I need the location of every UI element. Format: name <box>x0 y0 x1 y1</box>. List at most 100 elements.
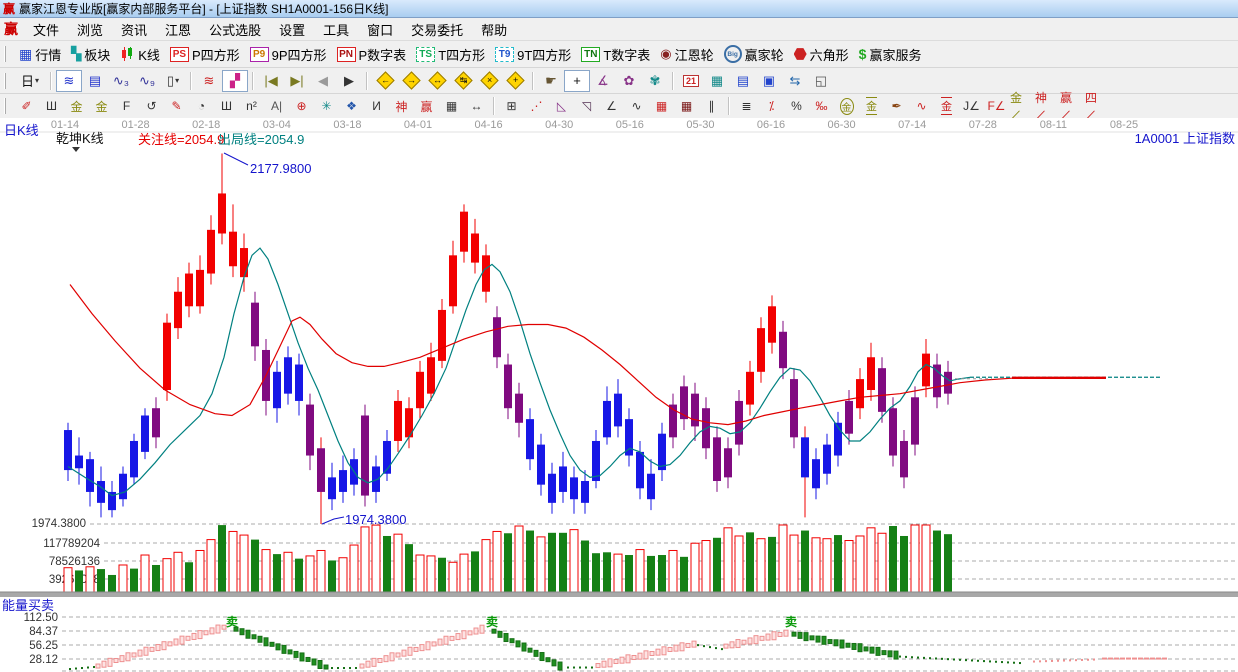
gold-circle-button[interactable]: 金 <box>834 96 859 117</box>
k-wave-button[interactable]: И <box>364 96 389 117</box>
pattern-tool-button[interactable]: ✿ <box>616 70 642 92</box>
price-chart-svg[interactable]: 01-1401-2802-1803-0403-1804-0104-1604-30… <box>0 118 1238 672</box>
last-page-button[interactable]: ▶| <box>284 70 310 92</box>
cycle-tool-button[interactable]: ✾ <box>642 70 668 92</box>
menu-tools[interactable]: 工具 <box>314 18 358 41</box>
chevron-down-icon[interactable] <box>72 147 80 152</box>
percent-slash-button[interactable]: ⁒ <box>759 96 784 117</box>
menu-browse[interactable]: 浏览 <box>68 18 112 41</box>
kline-pattern-button[interactable]: ≋ <box>56 70 82 92</box>
quotes-button[interactable]: ▦行情 <box>14 43 66 66</box>
winner-service-button[interactable]: $赢家服务 <box>854 43 927 66</box>
crosshair-tool-button[interactable]: + <box>564 70 590 92</box>
span-tool-button[interactable]: ↔ <box>464 96 489 117</box>
si-angle-button[interactable]: 四∠ <box>1084 96 1109 117</box>
p-square-button[interactable]: PSP四方形 <box>165 43 245 66</box>
menu-formula-stockpick[interactable]: 公式选股 <box>200 18 270 41</box>
ying-tool-button[interactable]: 赢 <box>414 96 439 117</box>
gann-gold-1-button[interactable]: 金 <box>64 96 89 117</box>
gann-fan-box-button[interactable]: ◺ <box>549 96 574 117</box>
9p-square-button[interactable]: P99P四方形 <box>245 43 332 66</box>
p-number-table-button[interactable]: PNP数字表 <box>332 43 412 66</box>
gann-f-button[interactable]: F <box>114 96 139 117</box>
gold-angle-button[interactable]: 金∠ <box>1009 96 1034 117</box>
angle-rays-button[interactable]: ∠ <box>599 96 624 117</box>
percent-button[interactable]: % <box>784 96 809 117</box>
v-wave-button[interactable]: ∿ <box>624 96 649 117</box>
shift-left-diamond-button[interactable]: ← <box>372 70 398 92</box>
t-number-table-button[interactable]: TNT数字表 <box>576 43 655 66</box>
gann-wheel-button[interactable]: ◉江恩轮 <box>655 43 718 66</box>
clock-tool-button[interactable]: ◔ <box>189 96 214 117</box>
prev-page-button[interactable]: ◀ <box>310 70 336 92</box>
angle-measure-button[interactable]: ∡ <box>590 70 616 92</box>
period-day-button[interactable]: 日▾ <box>14 70 46 92</box>
pen-gold-button[interactable]: ✒ <box>884 96 909 117</box>
comb-2-button[interactable]: Ш <box>214 96 239 117</box>
j-angle-button[interactable]: J∠ <box>959 96 984 117</box>
histogram-view-button[interactable]: ▞ <box>222 70 248 92</box>
menu-trade-entrust[interactable]: 交易委托 <box>402 18 472 41</box>
menu-gann[interactable]: 江恩 <box>156 18 200 41</box>
compress-all-diamond-button[interactable]: × <box>476 70 502 92</box>
calculator-button[interactable]: ▦ <box>704 70 730 92</box>
box-frame-button[interactable]: ⊞ <box>499 96 524 117</box>
info-list-button[interactable]: ▤ <box>82 70 108 92</box>
save-button[interactable]: ▣ <box>756 70 782 92</box>
grid-123-button[interactable]: ▦ <box>439 96 464 117</box>
grid-dark-button[interactable]: ▦ <box>674 96 699 117</box>
comb-tool-button[interactable]: Ш <box>39 96 64 117</box>
menu-settings[interactable]: 设置 <box>270 18 314 41</box>
sub-indicator-label[interactable]: 能量买卖 <box>2 599 54 613</box>
gann-fan-box-2-button[interactable]: ◹ <box>574 96 599 117</box>
indicator-name-label[interactable]: 乾坤K线 <box>56 132 104 146</box>
menu-window[interactable]: 窗口 <box>358 18 402 41</box>
expand-all-diamond-button[interactable]: + <box>502 70 528 92</box>
wave-3-button[interactable]: ∿₃ <box>108 70 134 92</box>
9t-square-button[interactable]: T99T四方形 <box>490 43 576 66</box>
hexagon-button[interactable]: 六角形 <box>789 43 854 66</box>
notes-button[interactable]: ▤ <box>730 70 756 92</box>
ruler-list-button[interactable]: ≣ <box>734 96 759 117</box>
hand-tool-button[interactable]: ☛ <box>538 70 564 92</box>
first-page-button[interactable]: |◀ <box>258 70 284 92</box>
a-line-button[interactable]: A| <box>264 96 289 117</box>
computer-button[interactable]: ◱ <box>808 70 834 92</box>
spiral-tool-button[interactable]: ↺ <box>139 96 164 117</box>
wave-9-button[interactable]: ∿₉ <box>134 70 160 92</box>
gann-gold-2-button[interactable]: 金 <box>89 96 114 117</box>
next-page-button[interactable]: ▶ <box>336 70 362 92</box>
f-angle-button[interactable]: F∠ <box>984 96 1009 117</box>
network-button[interactable]: ⇆ <box>782 70 808 92</box>
target-circle-button[interactable]: ⊕ <box>289 96 314 117</box>
menu-news[interactable]: 资讯 <box>112 18 156 41</box>
child-window-icon[interactable]: 赢 <box>4 19 18 39</box>
parallel-lines-button[interactable]: ∥ <box>699 96 724 117</box>
star-burst-button[interactable]: ✳ <box>314 96 339 117</box>
percent-bars-button[interactable]: ‰ <box>809 96 834 117</box>
calendar-button[interactable]: 21 <box>678 70 704 92</box>
ying-angle-button[interactable]: 赢∠ <box>1059 96 1084 117</box>
sectors-button[interactable]: ▚板块 <box>66 43 115 66</box>
kline-button[interactable]: K线 <box>115 43 165 66</box>
expand-horizontal-diamond-button[interactable]: ↔ <box>424 70 450 92</box>
grid-red-button[interactable]: ▦ <box>649 96 674 117</box>
menu-file[interactable]: 文件 <box>24 18 68 41</box>
wave-red-button[interactable]: ∿ <box>909 96 934 117</box>
knife-tool-button[interactable]: ✐ <box>14 96 39 117</box>
period-label[interactable]: 日K线 <box>4 124 39 138</box>
gann-fan-red-button[interactable]: ⋰ <box>524 96 549 117</box>
candle-style-button[interactable]: ▯▾ <box>160 70 186 92</box>
menu-help[interactable]: 帮助 <box>472 18 516 41</box>
shen-angle-button[interactable]: 神∠ <box>1034 96 1059 117</box>
t-square-button[interactable]: TST四方形 <box>411 43 490 66</box>
n-square-button[interactable]: n² <box>239 96 264 117</box>
winner-wheel-button[interactable]: Big赢家轮 <box>719 43 789 66</box>
compress-horizontal-diamond-button[interactable]: ↹ <box>450 70 476 92</box>
brush-tool-button[interactable]: ✎ <box>164 96 189 117</box>
gold-bars-button[interactable]: 金 <box>859 96 884 117</box>
shift-right-diamond-button[interactable]: → <box>398 70 424 92</box>
red-pattern-button[interactable]: ≋ <box>196 70 222 92</box>
grid-star-button[interactable]: ❖ <box>339 96 364 117</box>
gold-red-button[interactable]: 金 <box>934 96 959 117</box>
